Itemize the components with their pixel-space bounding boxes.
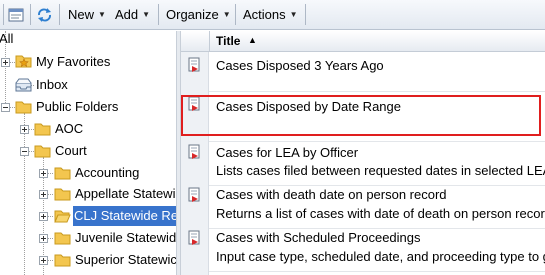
caret-down-icon: ▼ — [142, 10, 151, 19]
tree-item-clj-statewide[interactable]: CLJ Statewide Re — [0, 206, 176, 226]
report-icon[interactable] — [186, 187, 202, 203]
report-description: Input case type, scheduled date, and pro… — [216, 249, 545, 264]
report-title-link[interactable]: Cases with Scheduled Proceedings — [216, 229, 421, 247]
report-description: Lists cases filed between requested date… — [216, 163, 545, 178]
expand-icon[interactable] — [39, 234, 48, 243]
expand-icon[interactable] — [39, 169, 48, 178]
tree-item-my-favorites[interactable]: My Favorites — [0, 52, 176, 72]
tree-item-label: Inbox — [36, 77, 68, 92]
report-icon[interactable] — [186, 57, 202, 73]
tree-item-label: Court — [55, 143, 87, 158]
toolbar-separator — [59, 4, 60, 25]
tree-item-label: Public Folders — [36, 99, 119, 114]
actions-menu[interactable]: Actions ▼ — [243, 7, 298, 23]
inbox-icon — [15, 78, 32, 92]
tree-item-label: All — [0, 31, 14, 46]
row-divider — [209, 271, 545, 272]
folder-icon — [54, 188, 71, 201]
tree-item-appellate[interactable]: Appellate Statewi — [0, 184, 176, 204]
highlight-box — [181, 95, 541, 136]
toolbar-separator — [158, 4, 159, 25]
row-divider — [209, 141, 545, 142]
tree-item-juvenile[interactable]: Juvenile Statewid — [0, 228, 176, 248]
expand-icon[interactable] — [20, 125, 29, 134]
tree-item-label: Appellate Statewi — [75, 186, 176, 201]
caret-down-icon: ▼ — [98, 10, 106, 19]
collapse-icon[interactable] — [1, 103, 10, 112]
list-header: Title ▲ — [181, 31, 545, 52]
refresh-icon[interactable] — [36, 7, 53, 23]
toolbar-separator — [235, 4, 236, 25]
properties-icon[interactable] — [8, 7, 25, 23]
open-folder-icon — [54, 210, 71, 223]
toolbar-separator — [305, 4, 306, 25]
report-title-link[interactable]: Cases with death date on person record — [216, 186, 447, 204]
organize-menu[interactable]: Organize ▼ — [166, 7, 231, 23]
organize-menu-label: Organize — [166, 7, 219, 22]
collapse-icon[interactable] — [20, 147, 29, 156]
actions-menu-label: Actions — [243, 7, 286, 22]
folder-icon — [54, 232, 71, 245]
tree-item-label: Accounting — [75, 165, 140, 180]
expand-icon[interactable] — [39, 190, 48, 199]
folder-icon — [34, 145, 51, 158]
caret-down-icon: ▼ — [289, 10, 298, 19]
new-menu[interactable]: New ▼ — [68, 7, 106, 23]
folder-tree: All My Favorites Inbox Public Folders AO — [0, 31, 176, 275]
caret-down-icon: ▼ — [222, 10, 231, 19]
favorites-folder-icon — [15, 55, 32, 68]
toolbar: New ▼ Add ▼ Organize ▼ Actions ▼ — [0, 0, 545, 30]
tree-item-label: My Favorites — [36, 54, 111, 69]
folder-icon — [34, 123, 51, 136]
tree-item-superior[interactable]: Superior Statewic — [0, 250, 176, 270]
tree-item-all[interactable]: All — [0, 31, 40, 49]
tree-item-label: AOC — [55, 121, 84, 136]
tree-item-court[interactable]: Court — [0, 141, 176, 161]
report-title-link[interactable]: Cases Disposed 3 Years Ago — [216, 57, 384, 75]
folder-icon — [54, 167, 71, 180]
expand-icon[interactable] — [1, 58, 10, 67]
tree-item-public-folders[interactable]: Public Folders — [0, 97, 176, 117]
tree-item-accounting[interactable]: Accounting — [0, 163, 176, 183]
report-icon[interactable] — [186, 230, 202, 246]
report-list: Title ▲ Cases Disposed 3 Years Ago Cases… — [181, 31, 545, 275]
expand-icon[interactable] — [39, 256, 48, 265]
expand-icon[interactable] — [39, 212, 48, 221]
title-column-header[interactable]: Title — [216, 34, 240, 49]
row-divider — [209, 91, 545, 92]
sort-ascending-icon[interactable]: ▲ — [248, 34, 257, 46]
report-icon[interactable] — [186, 144, 202, 160]
report-description: Returns a list of cases with date of dea… — [216, 206, 545, 221]
tree-item-label: Juvenile Statewid — [75, 230, 176, 245]
tree-item-label: Superior Statewic — [75, 252, 176, 267]
folder-icon — [54, 254, 71, 267]
new-menu-label: New — [68, 7, 95, 22]
report-title-link[interactable]: Cases for LEA by Officer — [216, 144, 358, 162]
toolbar-separator — [30, 4, 31, 25]
tree-item-inbox[interactable]: Inbox — [0, 75, 176, 95]
tree-item-label: CLJ Statewide Re — [73, 206, 176, 226]
add-menu-label: Add — [115, 7, 139, 22]
add-menu[interactable]: Add ▼ — [115, 7, 150, 23]
toolbar-separator — [3, 4, 4, 25]
tree-item-aoc[interactable]: AOC — [0, 119, 176, 139]
folder-icon — [15, 101, 32, 114]
header-divider — [209, 31, 210, 52]
